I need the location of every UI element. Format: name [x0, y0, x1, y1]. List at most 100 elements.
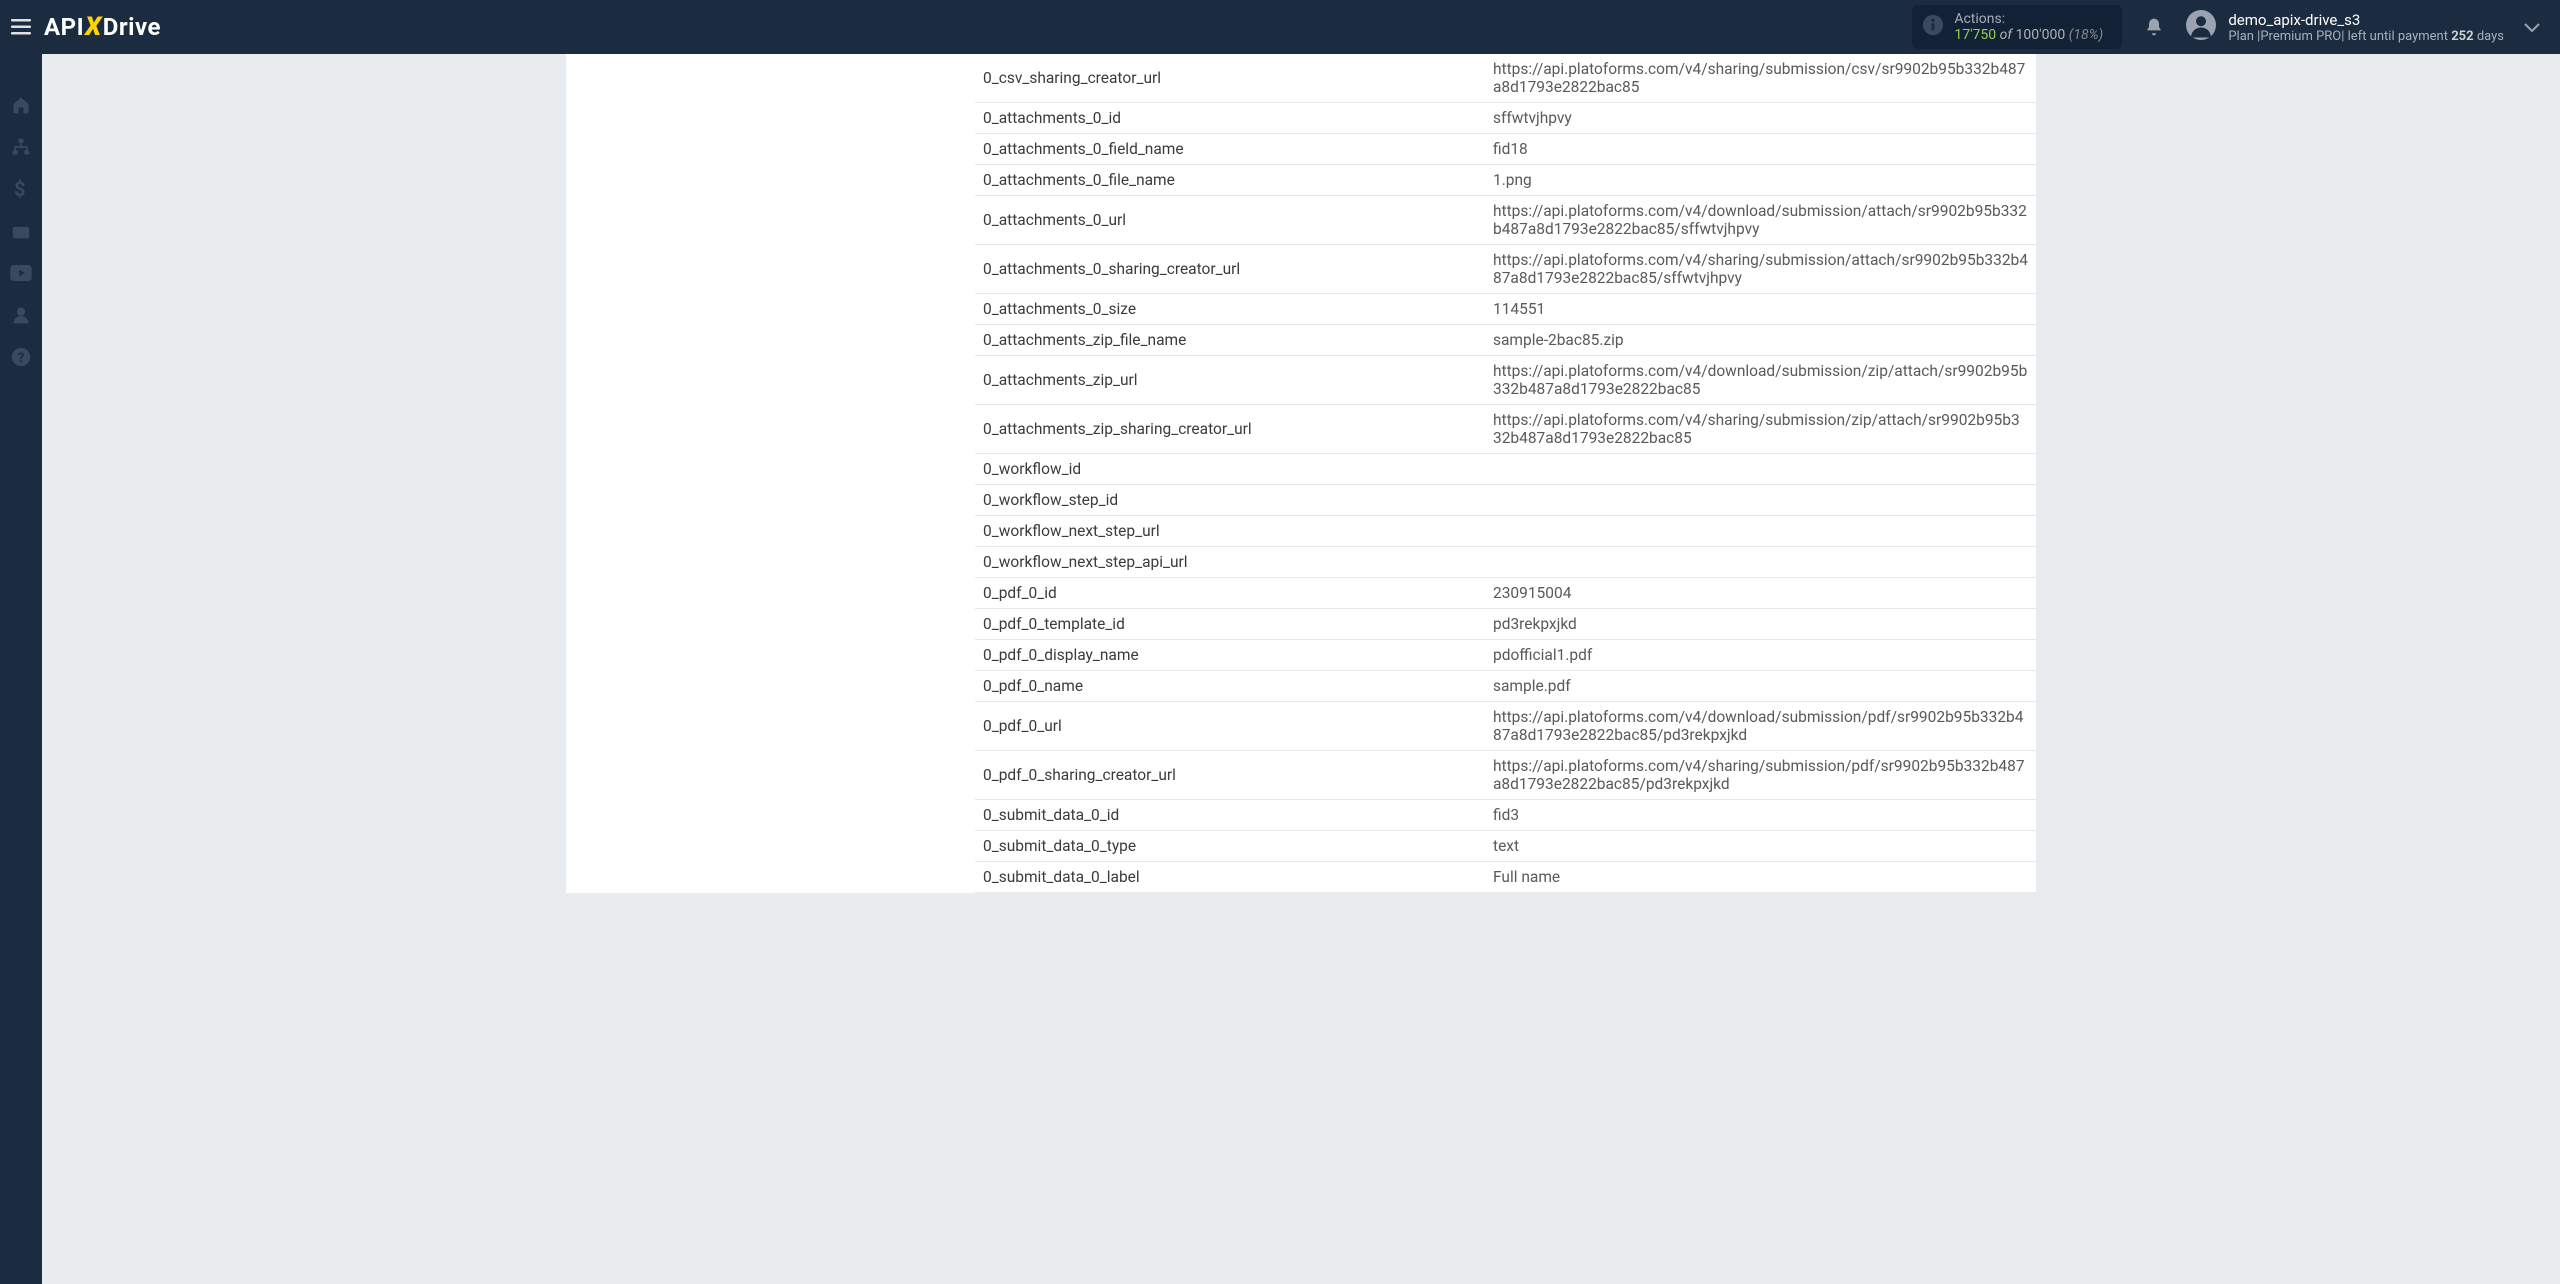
hamburger-menu[interactable]: [0, 0, 42, 54]
row-key: 0_pdf_0_id: [975, 578, 1485, 609]
row-value: https://api.platoforms.com/v4/sharing/su…: [1485, 54, 2036, 103]
table-row: 0_attachments_0_sharing_creator_urlhttps…: [975, 245, 2036, 294]
table-row: 0_workflow_next_step_url: [975, 516, 2036, 547]
user-icon: [11, 305, 31, 325]
actions-of: of: [2000, 27, 2012, 43]
hamburger-icon: [11, 19, 31, 35]
row-value: 1.png: [1485, 165, 2036, 196]
row-key: 0_attachments_zip_url: [975, 356, 1485, 405]
row-value: fid18: [1485, 134, 2036, 165]
row-value: fid3: [1485, 800, 2036, 831]
chevron-down-icon: [2524, 23, 2540, 33]
table-row: 0_pdf_0_id230915004: [975, 578, 2036, 609]
table-row: 0_attachments_0_file_name1.png: [975, 165, 2036, 196]
sidebar: $ ?: [0, 54, 42, 1284]
row-key: 0_workflow_next_step_api_url: [975, 547, 1485, 578]
actions-label: Actions:: [1954, 11, 2108, 27]
svg-text:?: ?: [18, 351, 25, 366]
actions-total: 100'000: [2016, 27, 2066, 43]
row-value: pdofficial1.pdf: [1485, 640, 2036, 671]
table-row: 0_attachments_zip_urlhttps://api.platofo…: [975, 356, 2036, 405]
actions-used: 17'750: [1954, 27, 1996, 43]
logo-api: API: [44, 13, 84, 41]
user-menu[interactable]: demo_apix-drive_s3 Plan |Premium PRO| le…: [2186, 10, 2504, 44]
row-value: https://api.platoforms.com/v4/sharing/su…: [1485, 245, 2036, 294]
help-icon: ?: [11, 347, 31, 367]
table-row: 0_submit_data_0_idfid3: [975, 800, 2036, 831]
table-row: 0_attachments_0_size114551: [975, 294, 2036, 325]
svg-text:$: $: [14, 179, 25, 199]
logo[interactable]: APIXDrive: [44, 12, 161, 42]
row-value: sample-2bac85.zip: [1485, 325, 2036, 356]
table-row: 0_attachments_0_field_namefid18: [975, 134, 2036, 165]
table-row: 0_pdf_0_sharing_creator_urlhttps://api.p…: [975, 751, 2036, 800]
row-key: 0_pdf_0_template_id: [975, 609, 1485, 640]
sidebar-profile[interactable]: [0, 294, 42, 336]
dollar-icon: $: [14, 179, 28, 199]
plan-suffix: days: [2474, 29, 2504, 44]
logo-drive: Drive: [103, 13, 161, 41]
row-value: 230915004: [1485, 578, 2036, 609]
row-value: https://api.platoforms.com/v4/download/s…: [1485, 702, 2036, 751]
table-row: 0_pdf_0_namesample.pdf: [975, 671, 2036, 702]
row-key: 0_submit_data_0_label: [975, 862, 1485, 893]
user-text: demo_apix-drive_s3 Plan |Premium PRO| le…: [2228, 11, 2504, 44]
youtube-icon: [10, 265, 32, 281]
sidebar-billing[interactable]: $: [0, 168, 42, 210]
user-menu-caret[interactable]: [2504, 18, 2540, 37]
row-key: 0_workflow_next_step_url: [975, 516, 1485, 547]
home-icon: [11, 95, 31, 115]
actions-pct: (18%): [2069, 27, 2104, 43]
table-row: 0_csv_sharing_creator_urlhttps://api.pla…: [975, 54, 2036, 103]
row-value: 114551: [1485, 294, 2036, 325]
row-value: [1485, 547, 2036, 578]
table-row: 0_attachments_0_idsffwtvjhpvy: [975, 103, 2036, 134]
row-key: 0_attachments_0_sharing_creator_url: [975, 245, 1485, 294]
row-key: 0_pdf_0_display_name: [975, 640, 1485, 671]
row-value: [1485, 516, 2036, 547]
sidebar-youtube[interactable]: [0, 252, 42, 294]
bell-icon: [2144, 16, 2164, 38]
table-row: 0_pdf_0_display_namepdofficial1.pdf: [975, 640, 2036, 671]
row-key: 0_pdf_0_sharing_creator_url: [975, 751, 1485, 800]
row-value: https://api.platoforms.com/v4/download/s…: [1485, 356, 2036, 405]
row-value: Full name: [1485, 862, 2036, 893]
user-plan: Plan |Premium PRO| left until payment 25…: [2228, 29, 2504, 44]
row-value: https://api.platoforms.com/v4/sharing/su…: [1485, 405, 2036, 454]
row-value: sffwtvjhpvy: [1485, 103, 2036, 134]
sidebar-help[interactable]: ?: [0, 336, 42, 378]
row-key: 0_attachments_0_size: [975, 294, 1485, 325]
actions-usage-box[interactable]: Actions: 17'750 of 100'000 (18%): [1912, 5, 2122, 49]
plan-days: 252: [2451, 29, 2473, 44]
table-row: 0_pdf_0_template_idpd3rekpxjkd: [975, 609, 2036, 640]
plan-prefix: Plan |Premium PRO| left until payment: [2228, 29, 2451, 44]
row-value: pd3rekpxjkd: [1485, 609, 2036, 640]
row-value: text: [1485, 831, 2036, 862]
row-key: 0_attachments_zip_sharing_creator_url: [975, 405, 1485, 454]
row-key: 0_attachments_0_id: [975, 103, 1485, 134]
data-panel: 0_csv_sharing_creator_urlhttps://api.pla…: [566, 54, 2036, 893]
table-row: 0_workflow_id: [975, 454, 2036, 485]
table-row: 0_pdf_0_urlhttps://api.platoforms.com/v4…: [975, 702, 2036, 751]
row-value: https://api.platoforms.com/v4/download/s…: [1485, 196, 2036, 245]
sidebar-briefcase[interactable]: [0, 210, 42, 252]
sidebar-integrations[interactable]: [0, 126, 42, 168]
content-area: 0_csv_sharing_creator_urlhttps://api.pla…: [42, 54, 2560, 1284]
row-key: 0_workflow_step_id: [975, 485, 1485, 516]
notifications-button[interactable]: [2144, 16, 2164, 38]
row-key: 0_csv_sharing_creator_url: [975, 54, 1485, 103]
table-row: 0_attachments_zip_sharing_creator_urlhtt…: [975, 405, 2036, 454]
row-value: [1485, 485, 2036, 516]
sidebar-home[interactable]: [0, 84, 42, 126]
row-key: 0_pdf_0_name: [975, 671, 1485, 702]
info-icon: [1922, 14, 1944, 40]
table-row: 0_attachments_zip_file_namesample-2bac85…: [975, 325, 2036, 356]
table-row: 0_submit_data_0_typetext: [975, 831, 2036, 862]
row-key: 0_submit_data_0_id: [975, 800, 1485, 831]
row-key: 0_pdf_0_url: [975, 702, 1485, 751]
sitemap-icon: [11, 137, 31, 157]
row-key: 0_workflow_id: [975, 454, 1485, 485]
row-key: 0_attachments_zip_file_name: [975, 325, 1485, 356]
data-table: 0_csv_sharing_creator_urlhttps://api.pla…: [975, 54, 2036, 893]
app-header: APIXDrive Actions: 17'750 of 100'000 (18…: [0, 0, 2560, 54]
